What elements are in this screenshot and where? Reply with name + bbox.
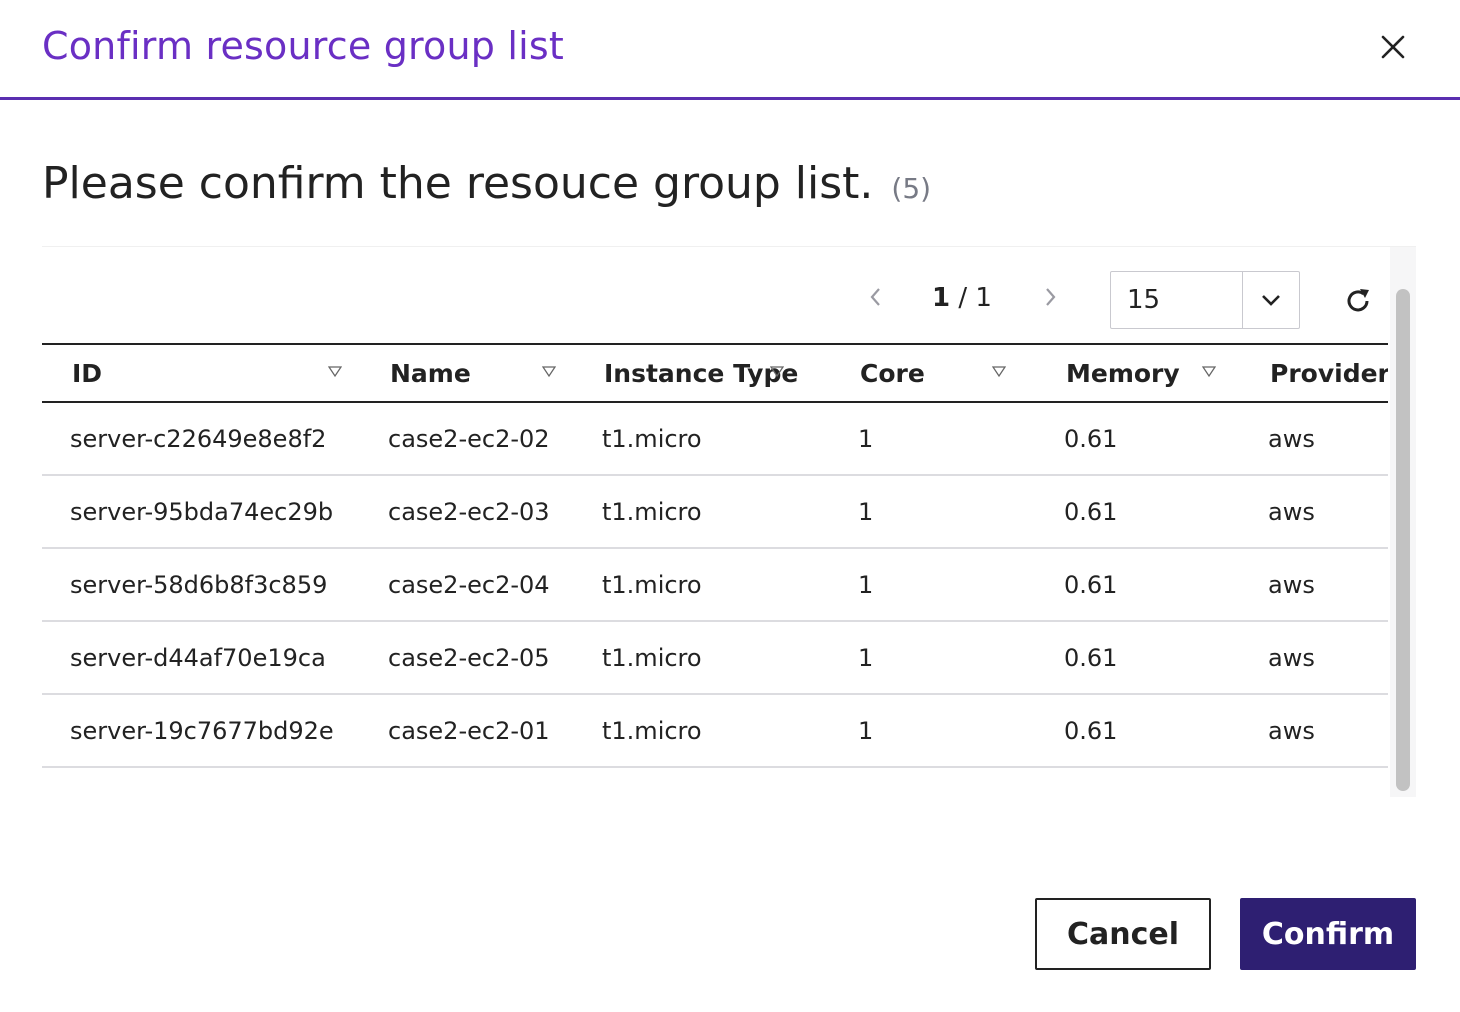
close-icon bbox=[1381, 35, 1405, 59]
table-scroll-area[interactable]: ID Name Instance Type Core Memory Provid… bbox=[42, 343, 1388, 795]
sort-icon[interactable] bbox=[542, 365, 556, 379]
item-count: (5) bbox=[891, 172, 932, 205]
column-header-id[interactable]: ID bbox=[42, 344, 360, 402]
cell-memory: 0.61 bbox=[1064, 497, 1118, 526]
cell-instance-type: t1.micro bbox=[602, 497, 702, 526]
cell-name: case2-ec2-03 bbox=[388, 497, 550, 526]
column-label: ID bbox=[72, 358, 103, 388]
confirm-modal: Confirm resource group list Please confi… bbox=[0, 0, 1460, 1012]
section-heading: Please confirm the resouce group list. (… bbox=[42, 158, 931, 209]
column-label: Name bbox=[390, 358, 471, 388]
column-label: Provider bbox=[1270, 358, 1388, 388]
close-button[interactable] bbox=[1372, 26, 1414, 68]
cell-provider: aws bbox=[1268, 497, 1315, 526]
sort-icon[interactable] bbox=[328, 365, 342, 379]
cell-name: case2-ec2-02 bbox=[388, 424, 550, 453]
sort-icon[interactable] bbox=[770, 365, 784, 379]
cell-memory: 0.61 bbox=[1064, 643, 1118, 672]
column-label: Core bbox=[860, 358, 925, 388]
confirm-button[interactable]: Confirm bbox=[1240, 898, 1416, 970]
cell-core: 1 bbox=[858, 643, 874, 672]
vertical-scrollbar-thumb[interactable] bbox=[1396, 289, 1410, 791]
page-size-select[interactable]: 15 bbox=[1110, 271, 1300, 329]
column-header-name[interactable]: Name bbox=[360, 344, 574, 402]
sort-icon[interactable] bbox=[992, 365, 1006, 379]
table-toolbar: 1 / 1 15 bbox=[42, 247, 1388, 343]
cell-provider: aws bbox=[1268, 643, 1315, 672]
column-label: Memory bbox=[1066, 358, 1180, 388]
table-row[interactable]: server-58d6b8f3c859 case2-ec2-04 t1.micr… bbox=[42, 548, 1388, 621]
cell-name: case2-ec2-04 bbox=[388, 570, 550, 599]
cell-core: 1 bbox=[858, 570, 874, 599]
refresh-icon bbox=[1347, 289, 1369, 312]
data-table-panel: 1 / 1 15 ID Name Instance Type Core Memo… bbox=[42, 246, 1416, 797]
section-heading-text: Please confirm the resouce group list. bbox=[42, 158, 874, 209]
cell-memory: 0.61 bbox=[1064, 570, 1118, 599]
column-header-core[interactable]: Core bbox=[830, 344, 1036, 402]
total-pages: 1 bbox=[975, 283, 992, 313]
table-row[interactable]: server-c22649e8e8f2 case2-ec2-02 t1.micr… bbox=[42, 402, 1388, 475]
cell-instance-type: t1.micro bbox=[602, 424, 702, 453]
cell-memory: 0.61 bbox=[1064, 424, 1118, 453]
dropdown-toggle[interactable] bbox=[1243, 272, 1299, 328]
column-header-instance-type[interactable]: Instance Type bbox=[574, 344, 830, 402]
prev-page-button[interactable] bbox=[862, 283, 890, 311]
cell-core: 1 bbox=[858, 716, 874, 745]
column-header-memory[interactable]: Memory bbox=[1036, 344, 1240, 402]
vertical-scrollbar[interactable] bbox=[1390, 247, 1416, 797]
cell-core: 1 bbox=[858, 424, 874, 453]
cell-provider: aws bbox=[1268, 716, 1315, 745]
sort-icon[interactable] bbox=[1202, 365, 1216, 379]
cell-name: case2-ec2-01 bbox=[388, 716, 550, 745]
modal-title: Confirm resource group list bbox=[42, 24, 564, 68]
chevron-left-icon bbox=[870, 288, 880, 306]
table-row[interactable]: server-d44af70e19ca case2-ec2-05 t1.micr… bbox=[42, 621, 1388, 694]
table-row[interactable]: server-19c7677bd92e case2-ec2-01 t1.micr… bbox=[42, 694, 1388, 767]
cell-id: server-c22649e8e8f2 bbox=[70, 424, 327, 453]
chevron-down-icon bbox=[1262, 295, 1280, 306]
resource-table: ID Name Instance Type Core Memory Provid… bbox=[42, 343, 1388, 768]
cell-provider: aws bbox=[1268, 424, 1315, 453]
cell-id: server-d44af70e19ca bbox=[70, 643, 326, 672]
cell-memory: 0.61 bbox=[1064, 716, 1118, 745]
chevron-right-icon bbox=[1046, 288, 1056, 306]
modal-header: Confirm resource group list bbox=[0, 0, 1460, 100]
cell-id: server-95bda74ec29b bbox=[70, 497, 334, 526]
cell-core: 1 bbox=[858, 497, 874, 526]
cell-provider: aws bbox=[1268, 570, 1315, 599]
next-page-button[interactable] bbox=[1036, 283, 1064, 311]
cell-instance-type: t1.micro bbox=[602, 716, 702, 745]
cell-id: server-19c7677bd92e bbox=[70, 716, 334, 745]
cell-name: case2-ec2-05 bbox=[388, 643, 550, 672]
refresh-button[interactable] bbox=[1340, 283, 1376, 319]
table-row[interactable]: server-95bda74ec29b case2-ec2-03 t1.micr… bbox=[42, 475, 1388, 548]
cell-instance-type: t1.micro bbox=[602, 570, 702, 599]
current-page: 1 bbox=[932, 283, 951, 313]
column-header-provider[interactable]: Provider bbox=[1240, 344, 1388, 402]
page-indicator: 1 / 1 bbox=[922, 283, 1002, 315]
cell-id: server-58d6b8f3c859 bbox=[70, 570, 328, 599]
cancel-button[interactable]: Cancel bbox=[1035, 898, 1211, 970]
page-separator: / bbox=[950, 283, 976, 313]
cell-instance-type: t1.micro bbox=[602, 643, 702, 672]
table-header-row: ID Name Instance Type Core Memory Provid… bbox=[42, 344, 1388, 402]
page-size-value: 15 bbox=[1127, 285, 1161, 315]
